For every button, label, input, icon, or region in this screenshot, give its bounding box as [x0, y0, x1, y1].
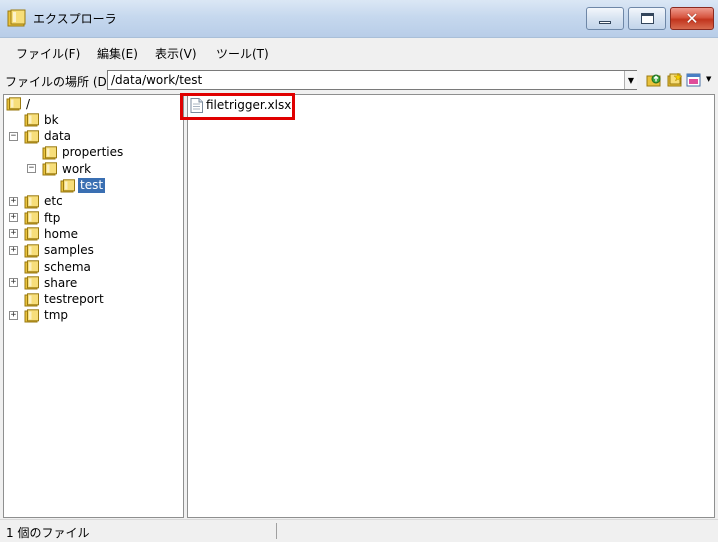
menu-file[interactable]: ファイル(F): [14, 45, 82, 62]
folder-icon: [42, 146, 57, 160]
tree-item[interactable]: − data: [9, 129, 73, 145]
folder-icon: [60, 178, 75, 192]
tree-item-label: bk: [44, 112, 59, 127]
file-name: filetrigger.xlsx: [206, 98, 292, 112]
minimize-button[interactable]: [586, 7, 624, 30]
address-bar: ファイルの場所 (D) ▼ ▼: [0, 67, 718, 93]
tree-item[interactable]: − work: [27, 161, 93, 177]
address-dropdown-icon[interactable]: ▼: [624, 71, 637, 89]
tree-item-label: /: [26, 96, 31, 111]
view-menu-icon[interactable]: [686, 72, 702, 88]
tree-item[interactable]: schema: [24, 259, 93, 275]
expand-icon[interactable]: +: [9, 229, 18, 239]
maximize-button[interactable]: [628, 7, 666, 30]
tree-item-label: tmp: [44, 308, 69, 323]
folder-up-icon[interactable]: [646, 72, 662, 88]
expand-icon[interactable]: +: [9, 196, 18, 206]
tree-item-label: samples: [44, 243, 94, 258]
tree-item[interactable]: properties: [42, 145, 125, 161]
new-folder-icon[interactable]: [667, 72, 683, 88]
tree-item[interactable]: + samples: [9, 243, 96, 259]
close-button[interactable]: ✕: [670, 7, 714, 30]
minimize-icon: [599, 21, 611, 24]
folder-icon: [42, 162, 57, 176]
tree-item-label: share: [44, 275, 78, 290]
tree-item[interactable]: /: [6, 96, 32, 112]
tree-item-label: schema: [44, 259, 91, 274]
folder-icon: [6, 97, 21, 111]
explorer-window: エクスプローラ ✕ ファイル(F) 編集(E) 表示(V) ツール(T) ファイ…: [0, 0, 718, 542]
document-icon: [190, 97, 203, 113]
tree-item[interactable]: + etc: [9, 194, 65, 210]
tree-item-label: testreport: [44, 292, 104, 307]
address-label: ファイルの場所 (D): [5, 75, 112, 89]
menu-tools[interactable]: ツール(T): [214, 45, 271, 62]
folder-icon: [24, 211, 39, 225]
status-text: 1 個のファイル: [6, 526, 90, 540]
tree-item-label: test: [78, 178, 106, 193]
collapse-icon[interactable]: −: [9, 131, 18, 141]
tree-item[interactable]: bk: [24, 112, 61, 128]
tree-item[interactable]: test: [60, 178, 106, 194]
tree-item[interactable]: + share: [9, 275, 79, 291]
address-input[interactable]: [107, 70, 637, 90]
app-folder-icon: [7, 9, 26, 27]
window-title: エクスプローラ: [33, 12, 117, 26]
tree-item-label: properties: [62, 145, 124, 160]
tree-item-label: work: [62, 161, 92, 176]
tree-item[interactable]: testreport: [24, 292, 106, 308]
tree-item-label: home: [44, 226, 79, 241]
folder-icon: [24, 195, 39, 209]
tree-item[interactable]: + tmp: [9, 308, 70, 324]
folder-icon: [24, 113, 39, 127]
tree-item[interactable]: + ftp: [9, 210, 62, 226]
folder-icon: [24, 129, 39, 144]
folder-icon: [24, 276, 39, 290]
tree-item-label: etc: [44, 194, 63, 209]
folder-icon: [24, 309, 39, 323]
file-item[interactable]: filetrigger.xlsx: [190, 97, 291, 113]
menu-view[interactable]: 表示(V): [153, 45, 199, 62]
expand-icon[interactable]: +: [9, 310, 18, 320]
folder-tree[interactable]: / bk − data properties − work test + etc + ftp + home…: [3, 94, 184, 518]
file-list[interactable]: filetrigger.xlsx: [187, 94, 715, 518]
folder-icon: [24, 292, 39, 307]
status-bar: 1 個のファイル: [0, 519, 718, 542]
collapse-icon[interactable]: −: [27, 164, 36, 174]
expand-icon[interactable]: +: [9, 213, 18, 223]
menu-bar: ファイル(F) 編集(E) 表示(V) ツール(T): [0, 40, 718, 66]
title-bar[interactable]: エクスプローラ ✕: [0, 0, 718, 38]
close-icon: ✕: [685, 9, 699, 28]
maximize-icon: [640, 13, 654, 24]
expand-icon[interactable]: +: [9, 278, 18, 288]
tree-item-label: data: [44, 129, 72, 144]
view-dropdown-icon[interactable]: ▼: [706, 75, 711, 83]
menu-edit[interactable]: 編集(E): [95, 45, 140, 62]
folder-icon: [24, 243, 39, 258]
tree-item[interactable]: + home: [9, 226, 80, 242]
expand-icon[interactable]: +: [9, 245, 18, 255]
status-divider: [276, 523, 277, 539]
folder-icon: [24, 260, 39, 274]
folder-icon: [24, 227, 39, 241]
tree-item-label: ftp: [44, 210, 61, 225]
